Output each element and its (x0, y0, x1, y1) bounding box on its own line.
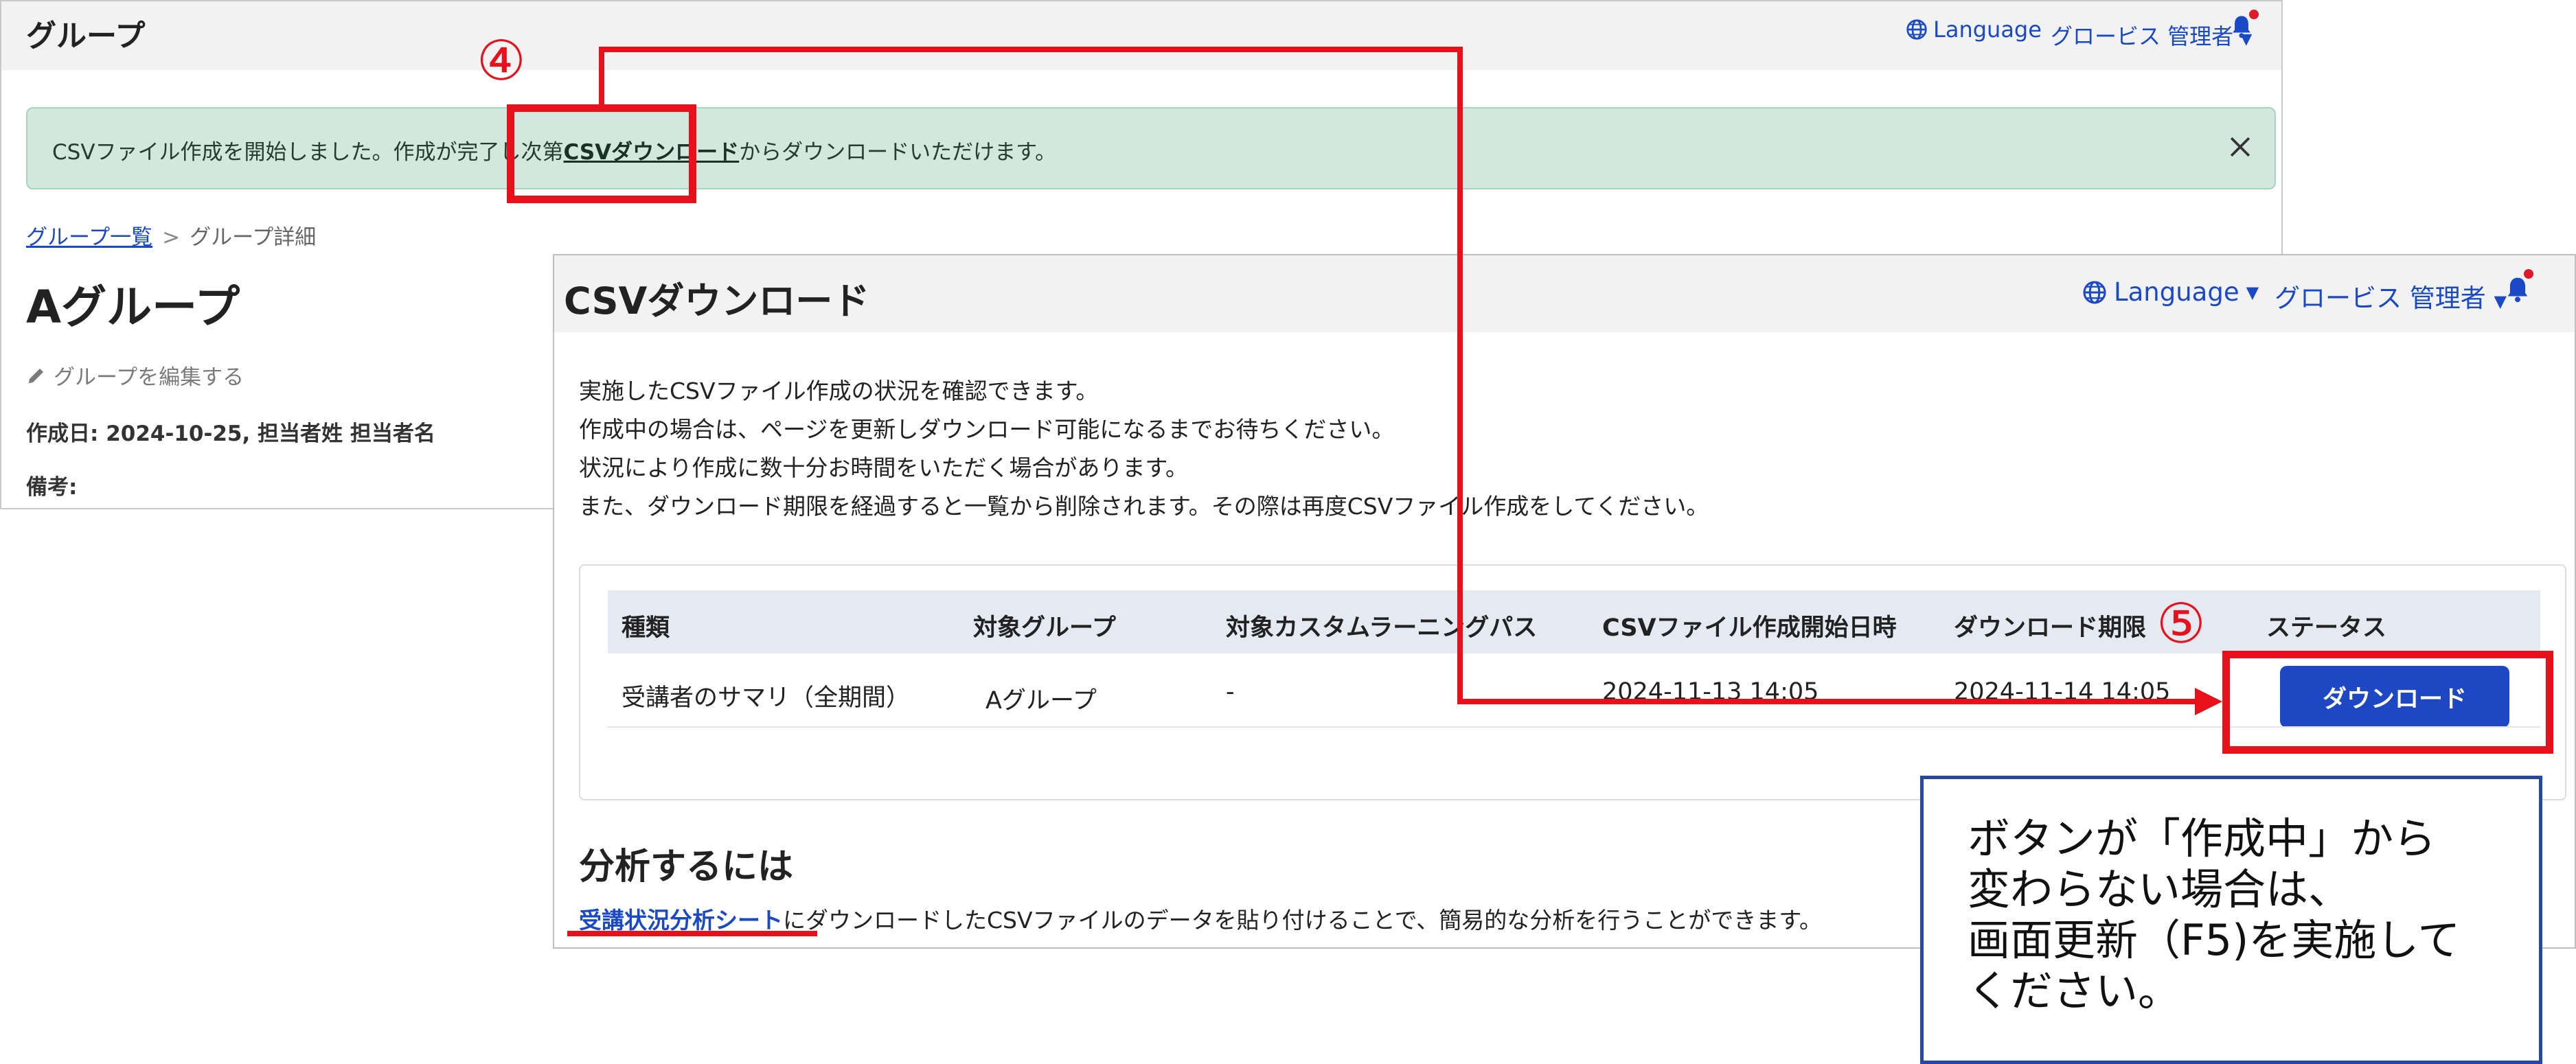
step-5-marker: ⑤ (2156, 592, 2206, 656)
col-header-group: 対象グループ (973, 614, 1116, 642)
group-language-label: Language (1933, 16, 2042, 43)
col-header-path: 対象カスタムラーニングパス (1226, 614, 1538, 642)
csv-language-label: Language (2114, 277, 2239, 307)
link-underline-highlight (567, 931, 817, 936)
alert-close-button[interactable] (2225, 132, 2255, 162)
analysis-description: にダウンロードしたCSVファイルのデータを貼り付けることで、簡易的な分析を行うこ… (783, 907, 1822, 934)
page-title: Aグループ (26, 281, 240, 334)
connector-segment (1457, 47, 1463, 704)
pencil-icon (28, 368, 43, 383)
alert-text-after: からダウンロードいただけます。 (739, 140, 1057, 165)
notification-dot (2249, 10, 2259, 19)
highlight-download-button (2222, 651, 2553, 754)
group-user-name: グロービス 管理者 (2051, 23, 2234, 49)
analysis-heading: 分析するには (579, 846, 794, 888)
globe-icon (2083, 281, 2106, 303)
cell-type: 受講者のサマリ（全期間） (622, 684, 911, 712)
created-info: 作成日: 2024-10-25, 担当者姓 担当者名 (26, 421, 435, 446)
caret-down-icon: ▼ (2246, 282, 2259, 302)
col-header-deadline: ダウンロード期限 (1954, 614, 2147, 642)
group-app-title: グループ (26, 19, 146, 54)
callout-line: 変わらない場合は、 (1968, 864, 2351, 914)
intro-line: 作成中の場合は、ページを更新しダウンロード可能になるまでお待ちください。 (579, 416, 1395, 443)
col-header-type: 種類 (622, 614, 670, 642)
group-language-menu[interactable]: Language (1906, 16, 2042, 43)
group-notification-button[interactable] (2230, 10, 2259, 44)
col-header-status: ステータス (2266, 614, 2387, 642)
analysis-text: 受講状況分析シートにダウンロードしたCSVファイルのデータを貼り付けることで、簡… (579, 902, 1822, 935)
connector-segment (599, 47, 1463, 52)
breadcrumb-separator: > (162, 225, 181, 250)
csv-intro-text: 実施したCSVファイル作成の状況を確認できます。 作成中の場合は、ページを更新し… (579, 372, 1709, 526)
analysis-sheet-link[interactable]: 受講状況分析シート (579, 907, 783, 934)
highlight-csv-link (507, 104, 696, 203)
callout-line: 画面更新（F5)を実施して (1968, 915, 2461, 965)
callout-line: ボタンが「作成中」から (1968, 813, 2437, 864)
col-header-start: CSVファイル作成開始日時 (1602, 614, 1897, 642)
connector-segment (1457, 699, 2213, 704)
connector-segment (599, 47, 604, 106)
bell-icon (2507, 277, 2528, 303)
cell-path: - (1226, 678, 1235, 706)
intro-line: 実施したCSVファイル作成の状況を確認できます。 (579, 378, 1099, 404)
step-4-marker: ④ (477, 29, 526, 93)
note-label: 備考: (26, 475, 78, 500)
csv-page-title: CSVダウンロード (564, 279, 870, 323)
cell-group: Aグループ (985, 687, 1097, 715)
csv-language-menu[interactable]: Language ▼ (2082, 277, 2259, 307)
edit-group-label: グループを編集する (54, 365, 244, 390)
alert-text-before: CSVファイル作成を開始しました。作成が完了し次第 (52, 140, 564, 165)
notification-dot (2524, 269, 2533, 279)
csv-start-alert: CSVファイル作成を開始しました。作成が完了し次第CSVダウンロードからダウンロ… (26, 107, 2276, 189)
intro-line: 状況により作成に数十分お時間をいただく場合があります。 (579, 454, 1189, 481)
edit-group-link[interactable]: グループを編集する (26, 360, 244, 391)
breadcrumb-current: グループ詳細 (190, 225, 317, 250)
arrow-head-icon (2195, 688, 2222, 715)
csv-user-menu[interactable]: グロービス 管理者 ▼ (2275, 277, 2507, 314)
intro-line: また、ダウンロード期限を経過すると一覧から削除されます。その際は再度CSVファイ… (579, 493, 1709, 520)
csv-user-name: グロービス 管理者 (2275, 284, 2486, 313)
group-user-menu[interactable]: グロービス 管理者 ▼ (2051, 19, 2252, 51)
breadcrumb-group-list-link[interactable]: グループ一覧 (26, 225, 152, 250)
breadcrumb: グループ一覧 > グループ詳細 (26, 220, 316, 251)
f5-callout: ボタンが「作成中」から 変わらない場合は、 画面更新（F5)を実施して ください… (1920, 776, 2542, 1064)
close-icon (2230, 137, 2250, 157)
table-header-row: 種類 対象グループ 対象カスタムラーニングパス CSVファイル作成開始日時 ダウ… (608, 590, 2540, 654)
callout-line: ください。 (1968, 966, 2181, 1016)
csv-notification-button[interactable] (2505, 269, 2535, 308)
globe-icon (1906, 19, 1927, 40)
